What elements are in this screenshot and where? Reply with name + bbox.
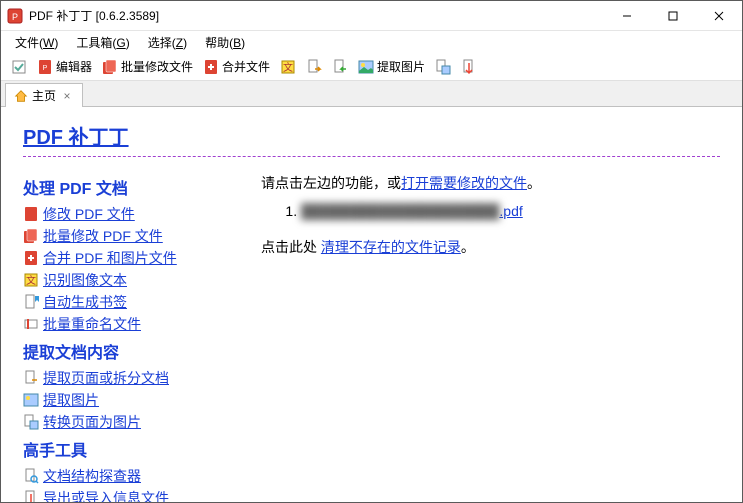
toolbar-convert-image[interactable] [431,57,455,77]
link-bookmark[interactable]: 自动生成书签 [43,291,127,313]
tab-close-button[interactable]: × [60,89,74,103]
window-title: PDF 补丁丁 [0.6.2.3589] [29,7,604,24]
pdf-stack-icon [102,59,118,75]
recent-files-list: ████████████████████.pdf [301,199,720,223]
toolbar-merge[interactable]: 合并文件 [199,56,274,77]
section-expert-title: 高手工具 [23,437,233,461]
split-icon [23,370,39,386]
toolbar: P编辑器 批量修改文件 合并文件 文 提取图片 [1,53,742,81]
minimize-button[interactable] [604,1,650,30]
intro-text: 请点击左边的功能，或打开需要修改的文件。 [261,171,720,195]
menu-file[interactable]: 文件(W) [7,32,66,53]
page-to-image-icon [435,59,451,75]
maximize-button[interactable] [650,1,696,30]
divider [23,156,720,157]
svg-text:文: 文 [26,274,36,287]
recent-file-item: ████████████████████.pdf [301,199,720,223]
tab-main[interactable]: 主页 × [5,83,83,107]
link-rename[interactable]: 批量重命名文件 [43,313,141,335]
svg-text:P: P [43,65,48,72]
page-in-icon [332,59,348,75]
cleanup-text: 点击此处 清理不存在的文件记录。 [261,235,720,259]
home-icon [14,89,28,103]
checkbox-icon [11,59,27,75]
convert-icon [23,414,39,430]
app-icon: P [7,8,23,24]
image-icon [23,392,39,408]
link-open-file[interactable]: 打开需要修改的文件 [401,175,527,191]
link-export-info[interactable]: 导出或导入信息文件 [43,487,169,502]
export-icon [461,59,477,75]
svg-text:P: P [12,12,18,22]
bookmark-icon [23,294,39,310]
toolbar-batch-modify[interactable]: 批量修改文件 [98,56,197,77]
page-title: PDF 补丁丁 [23,121,720,150]
main-panel: 请点击左边的功能，或打开需要修改的文件。 ███████████████████… [261,171,720,502]
export-info-icon [23,490,39,502]
sidebar: 处理 PDF 文档 修改 PDF 文件 批量修改 PDF 文件 合并 PDF 和… [23,171,233,502]
toolbar-editor[interactable]: P编辑器 [33,56,96,77]
menu-select[interactable]: 选择(Z) [140,32,195,53]
page-out-icon [306,59,322,75]
link-ocr[interactable]: 识别图像文本 [43,269,127,291]
menubar: 文件(W) 工具箱(G) 选择(Z) 帮助(B) [1,31,742,53]
content-area: PDF 补丁丁 处理 PDF 文档 修改 PDF 文件 批量修改 PDF 文件 … [1,107,742,502]
image-icon [358,59,374,75]
pdf-stack-icon [23,228,39,244]
titlebar: P PDF 补丁丁 [0.6.2.3589] [1,1,742,31]
toolbar-ocr[interactable]: 文 [276,57,300,77]
toolbar-import-page[interactable] [328,57,352,77]
section-process-title: 处理 PDF 文档 [23,175,233,199]
pdf-icon [23,206,39,222]
merge-icon [203,59,219,75]
toolbar-extract-page[interactable] [302,57,326,77]
ocr-icon: 文 [280,59,296,75]
link-structure[interactable]: 文档结构探查器 [43,465,141,487]
close-button[interactable] [696,1,742,30]
link-modify-pdf[interactable]: 修改 PDF 文件 [43,203,135,225]
inspect-icon [23,468,39,484]
svg-text:文: 文 [283,61,293,74]
toolbar-extract-image[interactable]: 提取图片 [354,56,429,77]
link-convert-image[interactable]: 转换页面为图片 [43,411,141,433]
link-cleanup[interactable]: 清理不存在的文件记录 [321,239,461,255]
rename-icon [23,316,39,332]
toolbar-export[interactable] [457,57,481,77]
menu-help[interactable]: 帮助(B) [197,32,253,53]
merge-icon [23,250,39,266]
recent-file-link[interactable]: ████████████████████.pdf [301,203,523,219]
link-merge[interactable]: 合并 PDF 和图片文件 [43,247,177,269]
tabstrip: 主页 × [1,81,742,107]
link-batch-modify[interactable]: 批量修改 PDF 文件 [43,225,163,247]
pdf-icon: P [37,59,53,75]
toolbar-checkbox[interactable] [7,57,31,77]
section-extract-title: 提取文档内容 [23,339,233,363]
ocr-icon: 文 [23,272,39,288]
link-extract-page[interactable]: 提取页面或拆分文档 [43,367,169,389]
link-extract-image[interactable]: 提取图片 [43,389,99,411]
menu-toolbox[interactable]: 工具箱(G) [68,32,137,53]
